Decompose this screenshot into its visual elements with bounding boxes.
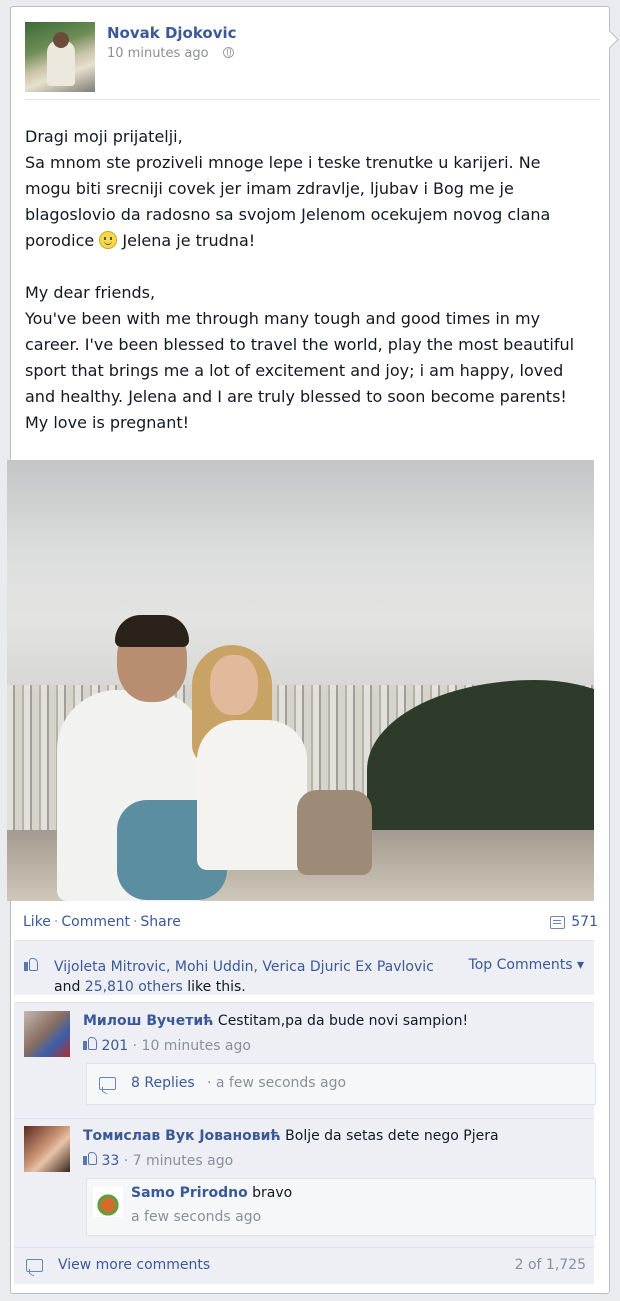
post-body: Dragi moji prijatelji, Sa mnom ste prozi… [25, 124, 585, 436]
share-link[interactable]: Share [140, 914, 180, 930]
comment-count-value: 571 [571, 914, 598, 930]
comments-pagination: 2 of 1,725 [514, 1257, 586, 1273]
separator-dot: · [53, 914, 59, 930]
view-more-row: View more comments 2 of 1,725 [14, 1247, 594, 1284]
likes-and: and [54, 979, 81, 995]
replier-name[interactable]: Samo Prirodno [131, 1185, 248, 1201]
comment-item: Томислав Вук Јовановић Bolje da setas de… [14, 1118, 596, 1248]
reply-text: Samo Prirodno bravo [131, 1185, 292, 1201]
comment-text: Милош Вучетић Cestitam,pa da bude novi s… [83, 1013, 468, 1029]
card-notch [600, 30, 619, 49]
photo-man-hair [115, 615, 189, 647]
reply-time-value: a few seconds ago [215, 1075, 347, 1091]
comment-like-count[interactable]: 33 [101, 1153, 119, 1169]
post-line: You've been with me through many tough a… [25, 309, 575, 432]
post-timestamp[interactable]: 10 minutes ago [107, 46, 209, 61]
comment-body: Bolje da setas dete nego Pjera [285, 1128, 499, 1144]
post-line: My dear friends, [25, 283, 156, 302]
replies-link[interactable]: 8 Replies [131, 1075, 195, 1091]
photo-woman-face [210, 655, 258, 715]
speech-bubble-icon [26, 1259, 43, 1272]
comment-meta: 33 · 7 minutes ago [83, 1151, 233, 1169]
smiley-icon [99, 231, 118, 249]
action-bar: Like · Comment · Share [23, 914, 181, 930]
commenter-name[interactable]: Томислав Вук Јовановић [83, 1128, 281, 1144]
post-photo[interactable] [7, 460, 594, 901]
separator-dot: · [132, 914, 138, 930]
commenter-avatar[interactable] [24, 1011, 70, 1057]
thumbs-up-icon [24, 957, 38, 971]
post-line: Dragi moji prijatelji, [25, 127, 183, 146]
comment-link[interactable]: Comment [61, 914, 130, 930]
likes-text: Vijoleta Mitrovic, Mohi Uddin, Verica Dj… [54, 957, 454, 997]
header-divider [25, 99, 600, 100]
reply-time: · a few seconds ago [207, 1075, 347, 1091]
comment-time[interactable]: 7 minutes ago [133, 1153, 234, 1169]
reply-body: bravo [252, 1185, 293, 1201]
globe-icon[interactable] [223, 47, 234, 58]
comment-time[interactable]: 10 minutes ago [142, 1038, 251, 1054]
author-avatar[interactable] [25, 22, 95, 92]
comment-text: Томислав Вук Јовановић Bolje da setas de… [83, 1128, 499, 1144]
comment-like-count[interactable]: 201 [101, 1038, 128, 1054]
reply-avatar[interactable] [93, 1187, 123, 1217]
likes-summary: Vijoleta Mitrovic, Mohi Uddin, Verica Dj… [14, 940, 594, 995]
replies-row[interactable]: 8 Replies · a few seconds ago [86, 1063, 596, 1105]
photo-woman [197, 720, 307, 870]
photo-sky [7, 460, 594, 690]
photo-bag [297, 790, 372, 875]
likes-others-link[interactable]: 25,810 others [85, 979, 183, 995]
view-more-comments-link[interactable]: View more comments [58, 1257, 210, 1273]
post-text-tail: Jelena je trudna! [122, 231, 256, 250]
likes-suffix: like this. [187, 979, 246, 995]
comment-count[interactable]: 571 [550, 914, 598, 930]
author-name[interactable]: Novak Djokovic [107, 24, 237, 42]
avatar-head [53, 32, 69, 48]
comment-body: Cestitam,pa da bude novi sampion! [217, 1013, 469, 1029]
reply-icon [99, 1077, 116, 1090]
comment-meta: 201 · 10 minutes ago [83, 1036, 251, 1054]
thumbs-up-icon [83, 1151, 97, 1165]
separator-dot: · [123, 1153, 129, 1169]
comment-icon [550, 915, 566, 929]
reply-time[interactable]: a few seconds ago [131, 1209, 261, 1225]
comment-item: Милош Вучетић Cestitam,pa da bude novi s… [14, 1002, 596, 1119]
liker-names[interactable]: Vijoleta Mitrovic, Mohi Uddin, Verica Dj… [54, 959, 434, 975]
reply-item: Samo Prirodno bravo a few seconds ago [86, 1178, 596, 1236]
commenter-name[interactable]: Милош Вучетић [83, 1013, 213, 1029]
like-link[interactable]: Like [23, 914, 51, 930]
thumbs-up-icon [83, 1036, 97, 1050]
commenter-avatar[interactable] [24, 1126, 70, 1172]
separator-dot: · [132, 1038, 138, 1054]
post-line: Sa mnom ste proziveli mnoge lepe i teske… [25, 150, 585, 254]
top-comments-dropdown[interactable]: Top Comments ▾ [469, 957, 584, 973]
